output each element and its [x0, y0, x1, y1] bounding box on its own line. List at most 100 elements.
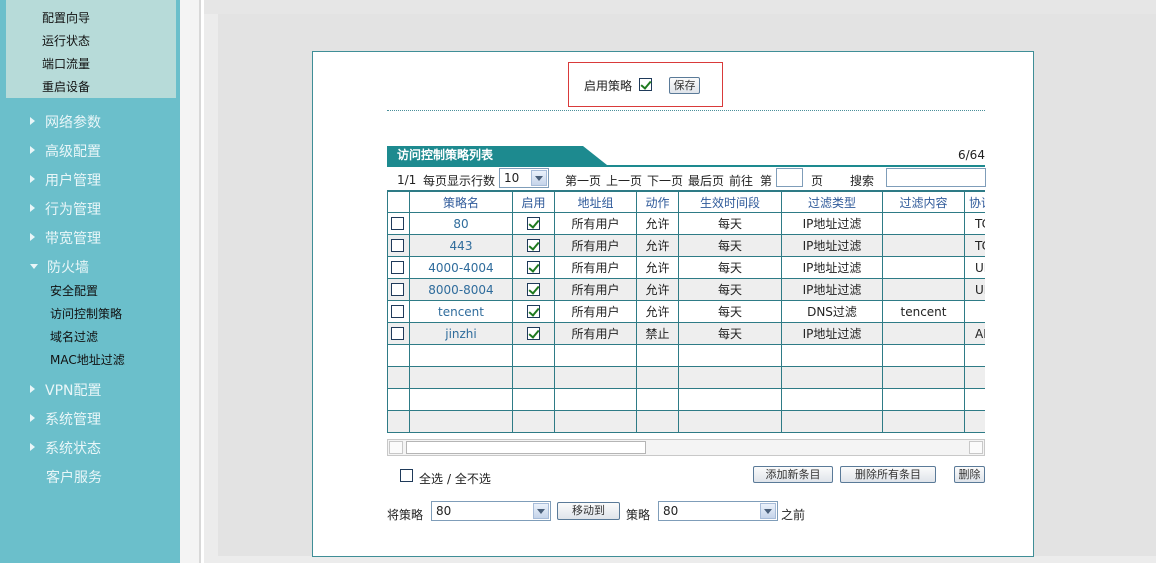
select-all-checkbox[interactable] [400, 469, 413, 482]
cell-time: 每天 [678, 234, 782, 257]
sidebar-item-firewall[interactable]: 防火墙 [30, 257, 89, 277]
cell-name: 443 [409, 234, 513, 257]
header-name: 策略名 [409, 191, 513, 213]
cell-enabled [512, 410, 555, 433]
sidebar-item-setup-wizard[interactable]: 配置向导 [42, 9, 90, 26]
cell-action: 允许 [636, 234, 679, 257]
row-select-checkbox[interactable] [391, 217, 404, 230]
scrollbar-thumb[interactable] [406, 441, 646, 454]
cell-filter-type [781, 388, 883, 411]
cell-enabled [512, 322, 555, 345]
table-title: 访问控制策略列表 [387, 146, 607, 165]
cell-name [409, 388, 513, 411]
nav-label: 系统管理 [45, 412, 101, 428]
nav-label: 网络参数 [45, 115, 101, 131]
sidebar-item-mac-filter[interactable]: MAC地址过滤 [50, 351, 125, 368]
triangle-right-icon [30, 443, 35, 451]
scroll-right-icon[interactable] [969, 441, 983, 454]
triangle-right-icon [30, 175, 35, 183]
chevron-down-icon [531, 170, 547, 186]
triangle-right-icon [30, 385, 35, 393]
move-from-select[interactable]: 80 [431, 501, 551, 521]
row-select-checkbox[interactable] [391, 239, 404, 252]
page-number-input[interactable] [776, 168, 803, 187]
sidebar-item-port-traffic[interactable]: 端口流量 [42, 55, 90, 72]
prev-page-link[interactable]: 上一页 [606, 172, 642, 189]
chevron-down-icon [760, 503, 776, 519]
row-select-checkbox[interactable] [391, 283, 404, 296]
sidebar-item-security-config[interactable]: 安全配置 [50, 282, 98, 299]
cell-time [678, 366, 782, 389]
sidebar-item-system-status[interactable]: 系统状态 [30, 438, 101, 458]
nav-label: 系统状态 [45, 441, 101, 457]
cell-protocol [964, 388, 985, 411]
page-info: 1/1 [397, 173, 417, 187]
cell-enabled [512, 234, 555, 257]
sidebar-item-run-status[interactable]: 运行状态 [42, 32, 90, 49]
row-enabled-checkbox[interactable] [527, 283, 540, 296]
enable-policy-label: 启用策略 [584, 79, 633, 93]
nav-label: 行为管理 [45, 202, 101, 218]
cell-action: 允许 [636, 212, 679, 235]
delete-button[interactable]: 删除 [954, 466, 985, 483]
sidebar-item-domain-filter[interactable]: 域名过滤 [50, 328, 98, 345]
row-enabled-checkbox[interactable] [527, 217, 540, 230]
first-page-link[interactable]: 第一页 [565, 172, 601, 189]
move-to-button[interactable]: 移动到 [557, 502, 620, 520]
cell-protocol: ALL [964, 322, 985, 345]
row-select-checkbox[interactable] [391, 327, 404, 340]
row-enabled-checkbox[interactable] [527, 239, 540, 252]
delete-all-button[interactable]: 删除所有条目 [840, 466, 936, 483]
sidebar-item-vpn[interactable]: VPN配置 [30, 380, 102, 400]
sidebar-item-customer-service[interactable]: 客户服务 [46, 467, 102, 487]
cell-protocol [964, 410, 985, 433]
sidebar-item-system-admin[interactable]: 系统管理 [30, 409, 101, 429]
sidebar-item-users[interactable]: 用户管理 [30, 170, 101, 190]
row-enabled-checkbox[interactable] [527, 261, 540, 274]
sidebar-item-network[interactable]: 网络参数 [30, 112, 101, 132]
sidebar-item-access-control[interactable]: 访问控制策略 [50, 305, 122, 322]
move-to-select[interactable]: 80 [658, 501, 778, 521]
save-button[interactable]: 保存 [669, 77, 700, 94]
last-page-link[interactable]: 最后页 [688, 172, 724, 189]
cell-filter-type: DNS过滤 [781, 300, 883, 323]
select-all-link[interactable]: 全选 [419, 470, 443, 487]
row-enabled-checkbox[interactable] [527, 305, 540, 318]
triangle-right-icon [30, 117, 35, 125]
enable-policy-checkbox[interactable] [639, 78, 652, 91]
per-page-select[interactable]: 10 [499, 168, 549, 188]
cell-name: jinzhi [409, 322, 513, 345]
sidebar-item-behavior[interactable]: 行为管理 [30, 199, 101, 219]
goto-link[interactable]: 前往 [729, 172, 753, 189]
row-select-cell [387, 278, 410, 301]
sidebar-top-group [6, 0, 176, 98]
move-prefix: 将策略 [387, 508, 424, 522]
add-entry-button[interactable]: 添加新条目 [753, 466, 833, 483]
sidebar-item-advanced[interactable]: 高级配置 [30, 141, 101, 161]
deselect-all-link[interactable]: / 全不选 [447, 470, 491, 487]
cell-protocol: UDP [964, 256, 985, 279]
scroll-left-icon[interactable] [389, 441, 403, 454]
row-enabled-checkbox[interactable] [527, 327, 540, 340]
table-title-underline [387, 165, 985, 167]
sidebar-item-reboot[interactable]: 重启设备 [42, 78, 90, 95]
table-header-row: 策略名 启用 地址组 动作 生效时间段 过滤类型 过滤内容 协议 [387, 191, 985, 213]
row-select-cell [387, 256, 410, 279]
search-input[interactable] [886, 168, 986, 187]
cell-protocol [964, 344, 985, 367]
cell-action: 允许 [636, 256, 679, 279]
table-row: 443 所有用户允许每天IP地址过滤 TCP [387, 234, 985, 257]
cell-enabled [512, 388, 555, 411]
next-page-link[interactable]: 下一页 [647, 172, 683, 189]
move-to-value: 80 [663, 504, 679, 518]
cell-action: 禁止 [636, 322, 679, 345]
header-enabled: 启用 [512, 191, 555, 213]
row-select-checkbox[interactable] [391, 305, 404, 318]
cell-time [678, 344, 782, 367]
empty-row [387, 410, 985, 433]
row-select-checkbox[interactable] [391, 261, 404, 274]
row-select-cell [387, 366, 410, 389]
cell-group: 所有用户 [554, 234, 637, 257]
horizontal-scrollbar[interactable] [387, 439, 985, 456]
sidebar-item-bandwidth[interactable]: 带宽管理 [30, 228, 101, 248]
